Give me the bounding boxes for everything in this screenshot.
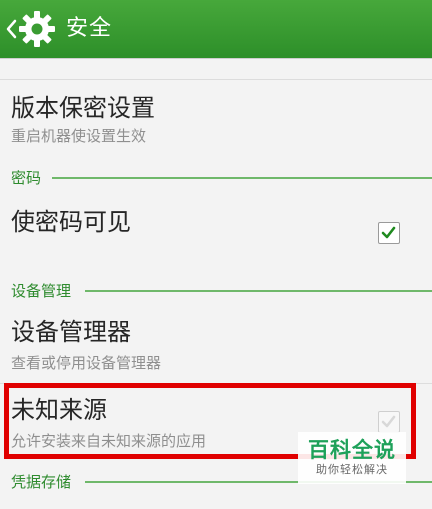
setting-subtitle: 重启机器使设置生效	[11, 127, 147, 145]
section-label: 设备管理	[11, 282, 72, 300]
check-icon	[381, 226, 396, 239]
setting-title: 使密码可见	[11, 208, 131, 236]
setting-device-administrators[interactable]: 设备管理器 查看或停用设备管理器	[0, 303, 432, 383]
section-label: 密码	[11, 169, 42, 187]
setting-title: 版本保密设置	[11, 94, 155, 122]
action-bar: 安全	[0, 0, 432, 58]
section-divider	[85, 290, 432, 292]
chevron-left-icon	[6, 19, 17, 39]
watermark-logo: 百科全说 助你轻松解决	[298, 432, 406, 484]
show-password-checkbox[interactable]	[378, 222, 400, 244]
section-header-device-admin: 设备管理	[0, 279, 432, 303]
setting-version-privacy[interactable]: 版本保密设置 重启机器使设置生效	[0, 80, 432, 166]
section-divider	[52, 177, 432, 179]
page-title: 安全	[66, 16, 113, 41]
gear-icon	[19, 11, 55, 47]
setting-show-password[interactable]: 使密码可见	[0, 190, 432, 276]
setting-title: 设备管理器	[11, 318, 131, 346]
section-label: 凭据存储	[11, 473, 72, 491]
back-button[interactable]	[0, 0, 62, 58]
section-header-password: 密码	[0, 166, 432, 190]
watermark-subtext: 助你轻松解决	[316, 463, 388, 476]
watermark-text: 百科全说	[308, 438, 396, 462]
setting-subtitle: 查看或停用设备管理器	[11, 354, 162, 372]
